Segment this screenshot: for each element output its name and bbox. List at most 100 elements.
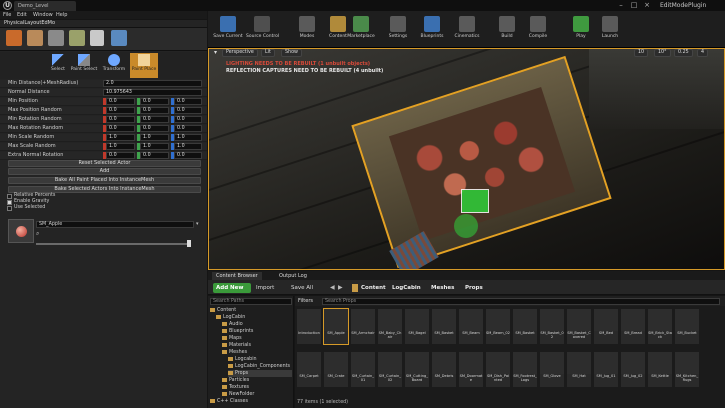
asset-tile[interactable]: SM_Carpet bbox=[297, 352, 321, 387]
min-position-y-field[interactable]: 0.0 bbox=[140, 98, 169, 105]
asset-tile[interactable]: SM_Kitchen_Rugs bbox=[675, 352, 699, 387]
bake-paint-placed-button[interactable]: Bake All Paint Placed Into InstanceMesh bbox=[8, 177, 201, 184]
min-scale-random-y-field[interactable]: 1.0 bbox=[140, 134, 169, 141]
asset-tile[interactable]: SM_Basket bbox=[513, 309, 537, 344]
asset-tile[interactable]: SM_Footrest_Logs bbox=[513, 352, 537, 387]
asset-tile[interactable]: SM_Beam bbox=[459, 309, 483, 344]
level-tab[interactable]: Demo_Level (MyGame) bbox=[14, 1, 76, 19]
asset-tile[interactable]: SM_Baby_Chair bbox=[378, 309, 402, 344]
toolbar-settings-button[interactable]: Settings bbox=[382, 14, 414, 47]
asset-tile[interactable]: SM_Bed bbox=[594, 309, 618, 344]
toolbar-blueprints-button[interactable]: Blueprints bbox=[416, 14, 448, 47]
toolbar-compile-button[interactable]: Compile bbox=[522, 14, 554, 47]
max-rotation-random-z-field[interactable]: 0.0 bbox=[174, 125, 202, 132]
asset-tile[interactable]: SM_Glove bbox=[540, 352, 564, 387]
chevron-down-icon[interactable]: ▾ bbox=[196, 221, 199, 227]
menu-edit[interactable]: Edit bbox=[17, 11, 27, 19]
perspective-button[interactable]: Perspective bbox=[222, 49, 258, 57]
relative-percents-checkbox[interactable] bbox=[7, 194, 12, 199]
toolbar-save-button[interactable]: Save Current bbox=[212, 14, 244, 47]
asset-tile[interactable]: SM_Beam_02 bbox=[486, 309, 510, 344]
scale-snap-value[interactable]: 0.25 bbox=[674, 49, 693, 57]
asset-tile[interactable]: SM_Bagel bbox=[405, 309, 429, 344]
asset-tile[interactable]: SM_Basket bbox=[432, 309, 456, 344]
import-button[interactable]: Import bbox=[256, 283, 274, 293]
extra-normal-rotation-y-field[interactable]: 0.0 bbox=[140, 152, 169, 159]
asset-tile[interactable]: SM_Kettle bbox=[648, 352, 672, 387]
camera-speed-value[interactable]: 4 bbox=[697, 49, 709, 57]
tree-item[interactable]: Audio bbox=[222, 321, 292, 328]
breadcrumb-meshes[interactable]: Meshes bbox=[431, 283, 454, 293]
tree-item[interactable]: Content bbox=[210, 307, 292, 314]
toolbar-play-button[interactable]: Play bbox=[565, 14, 597, 47]
min-position-z-field[interactable]: 0.0 bbox=[174, 98, 202, 105]
maximize-icon[interactable]: □ bbox=[628, 1, 640, 10]
paint-place-tool-button[interactable]: Paint Place bbox=[130, 53, 158, 78]
tree-item[interactable]: Logcabin bbox=[228, 356, 292, 363]
extra-normal-rotation-z-field[interactable]: 0.0 bbox=[174, 152, 202, 159]
search-assets-input[interactable]: Search Props bbox=[322, 298, 720, 305]
max-scale-random-z-field[interactable]: 1.0 bbox=[174, 143, 202, 150]
asset-tile[interactable]: SM_Curtain_02 bbox=[378, 352, 402, 387]
place-mode-icon[interactable] bbox=[6, 30, 22, 46]
show-button[interactable]: Show bbox=[281, 49, 302, 57]
reset-selected-actor-button[interactable]: Reset Selected Actor bbox=[8, 160, 201, 167]
forward-icon[interactable]: ▶ bbox=[338, 283, 343, 293]
grid-snap-value[interactable]: 10 bbox=[634, 49, 649, 57]
min-distance-field[interactable]: 2.0 bbox=[103, 80, 202, 87]
mesh-select-dropdown[interactable]: SM_Apple bbox=[36, 221, 194, 228]
asset-tile[interactable]: SM_Dish_Painted bbox=[486, 352, 510, 387]
asset-tile[interactable]: SM_Jug_02 bbox=[621, 352, 645, 387]
save-all-button[interactable]: Save All bbox=[291, 283, 313, 293]
browse-icon[interactable]: ⌕ bbox=[36, 230, 39, 238]
asset-tile[interactable]: SM_Armchair bbox=[351, 309, 375, 344]
enable-gravity-checkbox[interactable] bbox=[7, 200, 12, 205]
toolbar-modes-button[interactable]: Modes bbox=[291, 14, 323, 47]
filters-button[interactable]: Filters bbox=[298, 297, 313, 305]
min-rotation-random-y-field[interactable]: 0.0 bbox=[140, 116, 169, 123]
min-rotation-random-x-field[interactable]: 0.0 bbox=[106, 116, 135, 123]
asset-tile[interactable]: SM_Debris bbox=[432, 352, 456, 387]
min-scale-random-x-field[interactable]: 1.0 bbox=[106, 134, 135, 141]
asset-tile[interactable]: SM_Cutting_Board bbox=[405, 352, 429, 387]
panel-tab-title[interactable]: PhysicalLayoutEdMo bbox=[4, 20, 55, 26]
tree-item[interactable]: LogCabin bbox=[216, 314, 292, 321]
toolbar-source-control-button[interactable]: Source Control bbox=[246, 14, 279, 47]
tree-item[interactable]: C++ Classes bbox=[210, 398, 292, 405]
slider-handle[interactable] bbox=[187, 240, 191, 247]
asset-tile[interactable]: SM_Crate bbox=[324, 352, 348, 387]
asset-tile[interactable]: SM_Bucket bbox=[675, 309, 699, 344]
add-new-button[interactable]: Add New bbox=[213, 283, 251, 293]
tree-item[interactable]: Meshes bbox=[222, 349, 292, 356]
asset-tile[interactable]: Introduction bbox=[297, 309, 321, 344]
transform-tool-button[interactable]: Transform bbox=[100, 53, 128, 78]
level-viewport[interactable] bbox=[208, 48, 725, 270]
max-rotation-random-y-field[interactable]: 0.0 bbox=[140, 125, 169, 132]
asset-tile[interactable]: SM_Brick_Stack bbox=[648, 309, 672, 344]
toolbar-launch-button[interactable]: Launch bbox=[594, 14, 626, 47]
min-scale-random-z-field[interactable]: 1.0 bbox=[174, 134, 202, 141]
add-button[interactable]: Add bbox=[8, 168, 201, 175]
toolbar-cinematics-button[interactable]: Cinematics bbox=[451, 14, 483, 47]
max-position-random-z-field[interactable]: 0.0 bbox=[174, 107, 202, 114]
brush-mode-icon[interactable] bbox=[90, 30, 104, 46]
menu-file[interactable]: File bbox=[3, 11, 11, 19]
search-paths-input[interactable]: Search Paths bbox=[210, 298, 292, 305]
max-scale-random-x-field[interactable]: 1.0 bbox=[106, 143, 135, 150]
minimize-icon[interactable]: – bbox=[615, 1, 627, 10]
menu-help[interactable]: Help bbox=[56, 11, 67, 19]
tab-output-log[interactable]: Output Log bbox=[275, 272, 311, 280]
extra-normal-rotation-x-field[interactable]: 0.0 bbox=[106, 152, 135, 159]
breadcrumb-content[interactable]: Content bbox=[361, 283, 386, 293]
breadcrumb-props[interactable]: Props bbox=[465, 283, 483, 293]
max-position-random-x-field[interactable]: 0.0 bbox=[106, 107, 135, 114]
toolbar-marketplace-button[interactable]: Marketplace bbox=[345, 14, 377, 47]
close-icon[interactable]: × bbox=[641, 1, 653, 10]
tree-item[interactable]: Materials bbox=[222, 342, 292, 349]
custom-mode-icon[interactable] bbox=[111, 30, 127, 46]
tree-item[interactable]: Blueprints bbox=[222, 328, 292, 335]
tree-item[interactable]: NewFolder bbox=[222, 391, 292, 398]
rotation-snap-value[interactable]: 10° bbox=[654, 49, 671, 57]
tree-item[interactable]: Particles bbox=[222, 377, 292, 384]
asset-tile[interactable]: SM_Jug_01 bbox=[594, 352, 618, 387]
